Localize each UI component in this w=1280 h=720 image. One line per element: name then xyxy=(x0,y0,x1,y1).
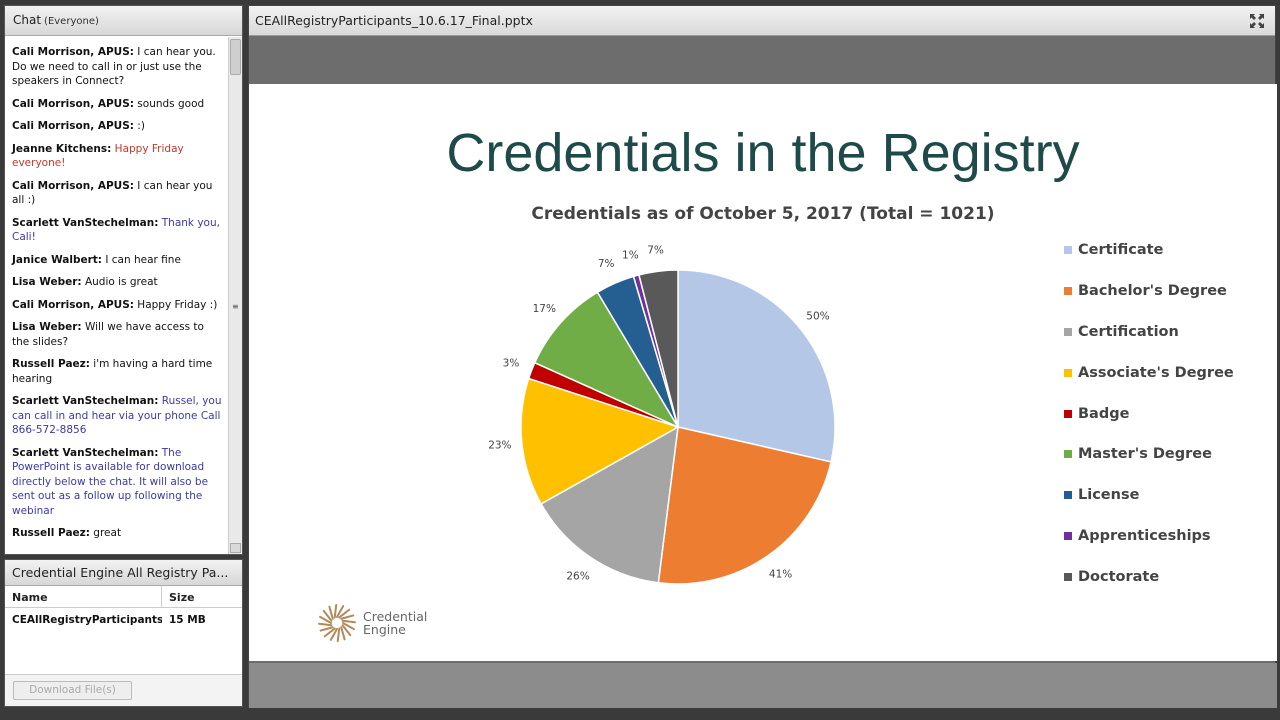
chat-message-author: Scarlett VanStechelman: xyxy=(12,216,159,229)
legend-item: Bachelor's Degree xyxy=(1064,271,1234,312)
chat-pod: Chat (Everyone) Cali Morrison, APUS: I ca… xyxy=(4,5,243,555)
chat-message: Scarlett VanStechelman: The PowerPoint i… xyxy=(12,446,222,519)
chat-message-author: Lisa Weber: xyxy=(12,276,82,288)
chat-message-author: Janice Walbert: xyxy=(12,253,102,266)
chat-message-author: Cali Morrison, APUS: xyxy=(12,298,134,311)
scroll-grip-icon: ≡ xyxy=(232,302,239,311)
chat-message-text: great xyxy=(89,527,122,539)
pie-data-label: 7% xyxy=(647,244,664,256)
file-name: CEAllRegistryParticipants_10 xyxy=(12,614,162,626)
scroll-down-button[interactable] xyxy=(230,543,241,553)
chart-legend: Certificate Bachelor's Degree Certificatio… xyxy=(1064,230,1234,597)
share-pod: CEAllRegistryParticipants_10.6.17_Final.… xyxy=(248,5,1277,708)
chat-message: Russell Paez: i'm having a hard time hea… xyxy=(12,357,222,386)
column-name-header[interactable]: Name xyxy=(5,586,162,607)
legend-item: Apprenticeships xyxy=(1064,516,1234,557)
chat-message-list: Cali Morrison, APUS: I can hear you. Do … xyxy=(5,37,228,554)
files-title: Credential Engine All Registry Pa... xyxy=(5,560,242,586)
pie-data-label: 26% xyxy=(566,570,589,582)
legend-swatch xyxy=(1064,287,1072,296)
legend-label: Bachelor's Degree xyxy=(1078,283,1227,300)
credential-engine-logo-icon xyxy=(318,604,356,642)
chat-header: Chat (Everyone) xyxy=(5,6,242,36)
legend-swatch xyxy=(1064,368,1072,377)
chat-message-text: Audio is great xyxy=(81,276,158,288)
chat-message-author: Cali Morrison, APUS: xyxy=(12,97,134,110)
chat-message-text: sounds good xyxy=(133,97,205,110)
file-row[interactable]: CEAllRegistryParticipants_10 15 MB xyxy=(5,608,242,632)
legend-swatch xyxy=(1064,491,1072,500)
legend-item: Certificate xyxy=(1064,230,1234,271)
chat-message-text: Happy Friday :) xyxy=(133,298,218,311)
legend-label: License xyxy=(1078,487,1140,504)
legend-label: Doctorate xyxy=(1078,568,1160,585)
chat-message-author: Cali Morrison, APUS: xyxy=(12,120,134,132)
pie-data-label: 3% xyxy=(503,358,520,370)
legend-swatch xyxy=(1064,409,1072,418)
file-size: 15 MB xyxy=(169,614,206,626)
share-filename: CEAllRegistryParticipants_10.6.17_Final.… xyxy=(255,13,533,28)
chat-message-author: Russell Paez: xyxy=(12,527,90,539)
legend-label: Certificate xyxy=(1078,242,1164,259)
chat-message-author: Russell Paez: xyxy=(12,358,90,370)
chat-message-author: Cali Morrison, APUS: xyxy=(12,179,134,192)
legend-swatch xyxy=(1064,531,1072,540)
legend-swatch xyxy=(1064,572,1072,581)
legend-item: Master's Degree xyxy=(1064,434,1234,475)
legend-label: Certification xyxy=(1078,323,1179,340)
chat-audience: (Everyone) xyxy=(44,16,99,27)
chat-message-author: Cali Morrison, APUS: xyxy=(12,46,134,58)
logo-text-line2: Engine xyxy=(363,622,406,637)
chat-scroll-thumb[interactable] xyxy=(230,39,241,75)
pie-data-label: 41% xyxy=(769,569,792,581)
chat-message: Scarlett VanStechelman: Thank you, Cali! xyxy=(12,216,222,245)
legend-swatch xyxy=(1064,450,1072,459)
credential-engine-logo: Credential Engine xyxy=(317,603,427,643)
fullscreen-icon[interactable] xyxy=(1249,13,1265,29)
legend-label: Master's Degree xyxy=(1078,446,1212,463)
files-pod: Credential Engine All Registry Pa... Nam… xyxy=(4,559,243,707)
column-size-header[interactable]: Size xyxy=(162,586,202,607)
chat-message: Scarlett VanStechelman: Russel, you can … xyxy=(12,394,222,438)
chat-message: Cali Morrison, APUS: Happy Friday :) xyxy=(12,298,222,313)
pie-data-label: 17% xyxy=(533,303,556,315)
chat-message: Russell Paez: great xyxy=(12,526,222,541)
chat-message: Cali Morrison, APUS: sounds good xyxy=(12,97,222,112)
share-bottom-bar xyxy=(249,663,1277,708)
chat-message: Cali Morrison, APUS: :) xyxy=(12,119,222,134)
chat-message: Lisa Weber: Will we have access to the s… xyxy=(12,320,222,349)
chat-message-text: I can hear fine xyxy=(102,253,181,266)
chat-message-author: Jeanne Kitchens: xyxy=(12,142,112,155)
chat-message: Cali Morrison, APUS: I can hear you all … xyxy=(12,179,222,208)
chat-message: Cali Morrison, APUS: I can hear you. Do … xyxy=(12,45,222,89)
pie-data-label: 50% xyxy=(806,310,829,322)
presentation-slide: Credentials in the Registry Credentials … xyxy=(249,84,1277,661)
chat-message: Jeanne Kitchens: Happy Friday everyone! xyxy=(12,142,222,171)
legend-label: Associate's Degree xyxy=(1078,364,1234,381)
files-footer: Download File(s) xyxy=(5,674,242,706)
chat-message: Janice Walbert: I can hear fine xyxy=(12,253,222,268)
legend-item: Certification xyxy=(1064,312,1234,353)
chat-message-author: Scarlett VanStechelman: xyxy=(12,446,159,459)
files-column-headers: Name Size xyxy=(5,586,242,608)
pie-data-label: 23% xyxy=(488,440,511,452)
legend-item: License xyxy=(1064,475,1234,516)
legend-item: Associate's Degree xyxy=(1064,352,1234,393)
pie-data-label: 7% xyxy=(598,258,615,270)
legend-swatch xyxy=(1064,327,1072,336)
legend-label: Apprenticeships xyxy=(1078,527,1211,544)
chat-message-author: Scarlett VanStechelman: xyxy=(12,395,159,407)
legend-swatch xyxy=(1064,246,1072,255)
chat-message-author: Lisa Weber: xyxy=(12,321,82,333)
legend-label: Badge xyxy=(1078,405,1130,422)
download-files-button[interactable]: Download File(s) xyxy=(13,681,132,700)
pie-data-label: 1% xyxy=(622,249,639,261)
legend-item: Badge xyxy=(1064,393,1234,434)
legend-item: Doctorate xyxy=(1064,556,1234,597)
chat-scrollbar[interactable]: ≡ xyxy=(228,37,242,554)
chat-title: Chat xyxy=(13,13,42,27)
share-header: CEAllRegistryParticipants_10.6.17_Final.… xyxy=(249,6,1275,36)
chat-message: Lisa Weber: Audio is great xyxy=(12,275,222,290)
chat-message-text: :) xyxy=(133,120,145,132)
